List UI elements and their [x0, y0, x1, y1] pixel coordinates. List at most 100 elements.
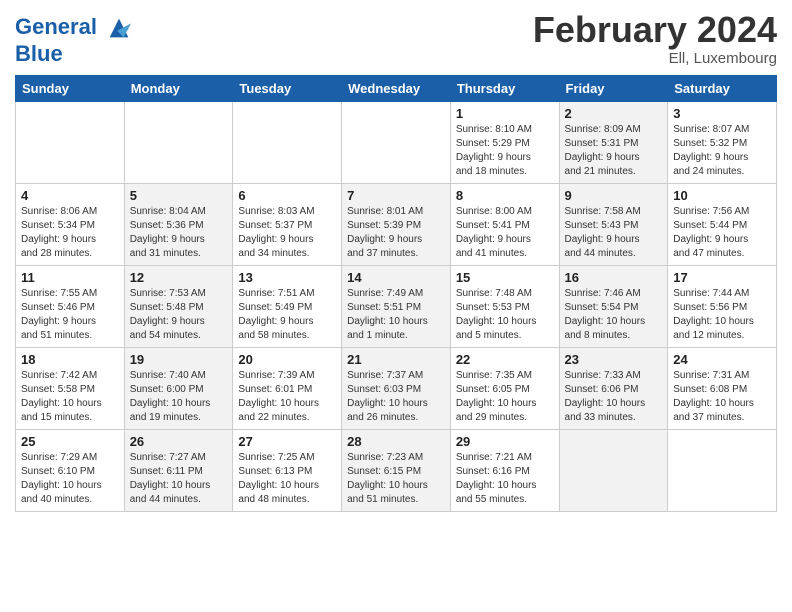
day-number: 16: [565, 270, 663, 285]
calendar-week-4: 18 Sunrise: 7:42 AM Sunset: 5:58 PM Dayli…: [16, 347, 777, 429]
calendar-cell: [668, 429, 777, 511]
calendar-cell: 19 Sunrise: 7:40 AM Sunset: 6:00 PM Dayli…: [124, 347, 233, 429]
day-info: Sunrise: 8:00 AM Sunset: 5:41 PM Dayligh…: [456, 205, 554, 261]
calendar-cell: [124, 101, 233, 183]
day-number: 25: [21, 434, 119, 449]
weekday-header-row: SundayMondayTuesdayWednesdayThursdayFrid…: [16, 75, 777, 101]
calendar-cell: 14 Sunrise: 7:49 AM Sunset: 5:51 PM Dayli…: [342, 265, 451, 347]
day-info: Sunrise: 8:09 AM Sunset: 5:31 PM Dayligh…: [565, 123, 663, 179]
day-info: Sunrise: 7:55 AM Sunset: 5:46 PM Dayligh…: [21, 287, 119, 343]
calendar-cell: 18 Sunrise: 7:42 AM Sunset: 5:58 PM Dayli…: [16, 347, 125, 429]
weekday-header-monday: Monday: [124, 75, 233, 101]
logo-text: General: [15, 14, 133, 42]
day-info: Sunrise: 7:49 AM Sunset: 5:51 PM Dayligh…: [347, 287, 445, 343]
day-info: Sunrise: 8:07 AM Sunset: 5:32 PM Dayligh…: [673, 123, 771, 179]
calendar-cell: [233, 101, 342, 183]
calendar-cell: [559, 429, 668, 511]
calendar-cell: 7 Sunrise: 8:01 AM Sunset: 5:39 PM Daylig…: [342, 183, 451, 265]
day-info: Sunrise: 7:21 AM Sunset: 6:16 PM Dayligh…: [456, 451, 554, 507]
day-info: Sunrise: 7:39 AM Sunset: 6:01 PM Dayligh…: [238, 369, 336, 425]
calendar-cell: 23Sunrise: 7:33 AM Sunset: 6:06 PM Dayli…: [559, 347, 668, 429]
calendar-week-2: 4 Sunrise: 8:06 AM Sunset: 5:34 PM Daylig…: [16, 183, 777, 265]
day-info: Sunrise: 7:42 AM Sunset: 5:58 PM Dayligh…: [21, 369, 119, 425]
calendar-cell: 26 Sunrise: 7:27 AM Sunset: 6:11 PM Dayli…: [124, 429, 233, 511]
weekday-header-sunday: Sunday: [16, 75, 125, 101]
day-info: Sunrise: 7:35 AM Sunset: 6:05 PM Dayligh…: [456, 369, 554, 425]
calendar-cell: 15Sunrise: 7:48 AM Sunset: 5:53 PM Dayli…: [450, 265, 559, 347]
calendar-cell: 4 Sunrise: 8:06 AM Sunset: 5:34 PM Daylig…: [16, 183, 125, 265]
day-number: 26: [130, 434, 228, 449]
calendar-cell: 10 Sunrise: 7:56 AM Sunset: 5:44 PM Dayli…: [668, 183, 777, 265]
day-number: 13: [238, 270, 336, 285]
calendar-cell: 27 Sunrise: 7:25 AM Sunset: 6:13 PM Dayli…: [233, 429, 342, 511]
weekday-header-thursday: Thursday: [450, 75, 559, 101]
day-number: 22: [456, 352, 554, 367]
day-info: Sunrise: 7:51 AM Sunset: 5:49 PM Dayligh…: [238, 287, 336, 343]
day-info: Sunrise: 7:46 AM Sunset: 5:54 PM Dayligh…: [565, 287, 663, 343]
month-title: February 2024: [533, 10, 777, 50]
day-number: 3: [673, 106, 771, 121]
logo: General Blue: [15, 14, 133, 66]
day-info: Sunrise: 7:56 AM Sunset: 5:44 PM Dayligh…: [673, 205, 771, 261]
day-number: 23: [565, 352, 663, 367]
calendar-cell: 16 Sunrise: 7:46 AM Sunset: 5:54 PM Dayli…: [559, 265, 668, 347]
calendar-cell: 12 Sunrise: 7:53 AM Sunset: 5:48 PM Dayli…: [124, 265, 233, 347]
calendar-cell: 20 Sunrise: 7:39 AM Sunset: 6:01 PM Dayli…: [233, 347, 342, 429]
calendar-cell: 1Sunrise: 8:10 AM Sunset: 5:29 PM Daylig…: [450, 101, 559, 183]
calendar-cell: 25 Sunrise: 7:29 AM Sunset: 6:10 PM Dayli…: [16, 429, 125, 511]
day-number: 5: [130, 188, 228, 203]
day-number: 15: [456, 270, 554, 285]
day-number: 10: [673, 188, 771, 203]
header: General Blue February 2024 Ell, Luxembou…: [15, 10, 777, 67]
calendar-table: SundayMondayTuesdayWednesdayThursdayFrid…: [15, 75, 777, 512]
calendar-cell: [342, 101, 451, 183]
day-info: Sunrise: 7:53 AM Sunset: 5:48 PM Dayligh…: [130, 287, 228, 343]
day-number: 2: [565, 106, 663, 121]
calendar-cell: 3 Sunrise: 8:07 AM Sunset: 5:32 PM Daylig…: [668, 101, 777, 183]
calendar-week-1: 1Sunrise: 8:10 AM Sunset: 5:29 PM Daylig…: [16, 101, 777, 183]
calendar-cell: 17Sunrise: 7:44 AM Sunset: 5:56 PM Dayli…: [668, 265, 777, 347]
calendar-cell: 9 Sunrise: 7:58 AM Sunset: 5:43 PM Daylig…: [559, 183, 668, 265]
day-number: 11: [21, 270, 119, 285]
day-info: Sunrise: 8:01 AM Sunset: 5:39 PM Dayligh…: [347, 205, 445, 261]
day-number: 28: [347, 434, 445, 449]
calendar-week-3: 11 Sunrise: 7:55 AM Sunset: 5:46 PM Dayli…: [16, 265, 777, 347]
day-info: Sunrise: 7:40 AM Sunset: 6:00 PM Dayligh…: [130, 369, 228, 425]
day-number: 6: [238, 188, 336, 203]
day-number: 21: [347, 352, 445, 367]
day-number: 18: [21, 352, 119, 367]
day-number: 7: [347, 188, 445, 203]
day-info: Sunrise: 7:25 AM Sunset: 6:13 PM Dayligh…: [238, 451, 336, 507]
day-number: 12: [130, 270, 228, 285]
day-number: 20: [238, 352, 336, 367]
day-number: 19: [130, 352, 228, 367]
day-number: 29: [456, 434, 554, 449]
day-number: 9: [565, 188, 663, 203]
day-info: Sunrise: 7:29 AM Sunset: 6:10 PM Dayligh…: [21, 451, 119, 507]
day-number: 27: [238, 434, 336, 449]
day-number: 8: [456, 188, 554, 203]
logo-icon: [105, 14, 133, 42]
page-container: General Blue February 2024 Ell, Luxembou…: [0, 0, 792, 522]
day-info: Sunrise: 7:27 AM Sunset: 6:11 PM Dayligh…: [130, 451, 228, 507]
day-number: 24: [673, 352, 771, 367]
day-info: Sunrise: 7:44 AM Sunset: 5:56 PM Dayligh…: [673, 287, 771, 343]
calendar-week-5: 25 Sunrise: 7:29 AM Sunset: 6:10 PM Dayli…: [16, 429, 777, 511]
calendar-cell: 6Sunrise: 8:03 AM Sunset: 5:37 PM Daylig…: [233, 183, 342, 265]
day-info: Sunrise: 7:58 AM Sunset: 5:43 PM Dayligh…: [565, 205, 663, 261]
calendar-cell: 28Sunrise: 7:23 AM Sunset: 6:15 PM Dayli…: [342, 429, 451, 511]
day-info: Sunrise: 8:06 AM Sunset: 5:34 PM Dayligh…: [21, 205, 119, 261]
calendar-cell: 8 Sunrise: 8:00 AM Sunset: 5:41 PM Daylig…: [450, 183, 559, 265]
weekday-header-friday: Friday: [559, 75, 668, 101]
logo-line2: Blue: [15, 42, 133, 66]
day-number: 4: [21, 188, 119, 203]
weekday-header-wednesday: Wednesday: [342, 75, 451, 101]
day-number: 14: [347, 270, 445, 285]
calendar-cell: 5Sunrise: 8:04 AM Sunset: 5:36 PM Daylig…: [124, 183, 233, 265]
location: Ell, Luxembourg: [533, 50, 777, 67]
title-block: February 2024 Ell, Luxembourg: [533, 10, 777, 67]
calendar-cell: 24Sunrise: 7:31 AM Sunset: 6:08 PM Dayli…: [668, 347, 777, 429]
weekday-header-tuesday: Tuesday: [233, 75, 342, 101]
day-number: 1: [456, 106, 554, 121]
calendar-cell: 11 Sunrise: 7:55 AM Sunset: 5:46 PM Dayli…: [16, 265, 125, 347]
